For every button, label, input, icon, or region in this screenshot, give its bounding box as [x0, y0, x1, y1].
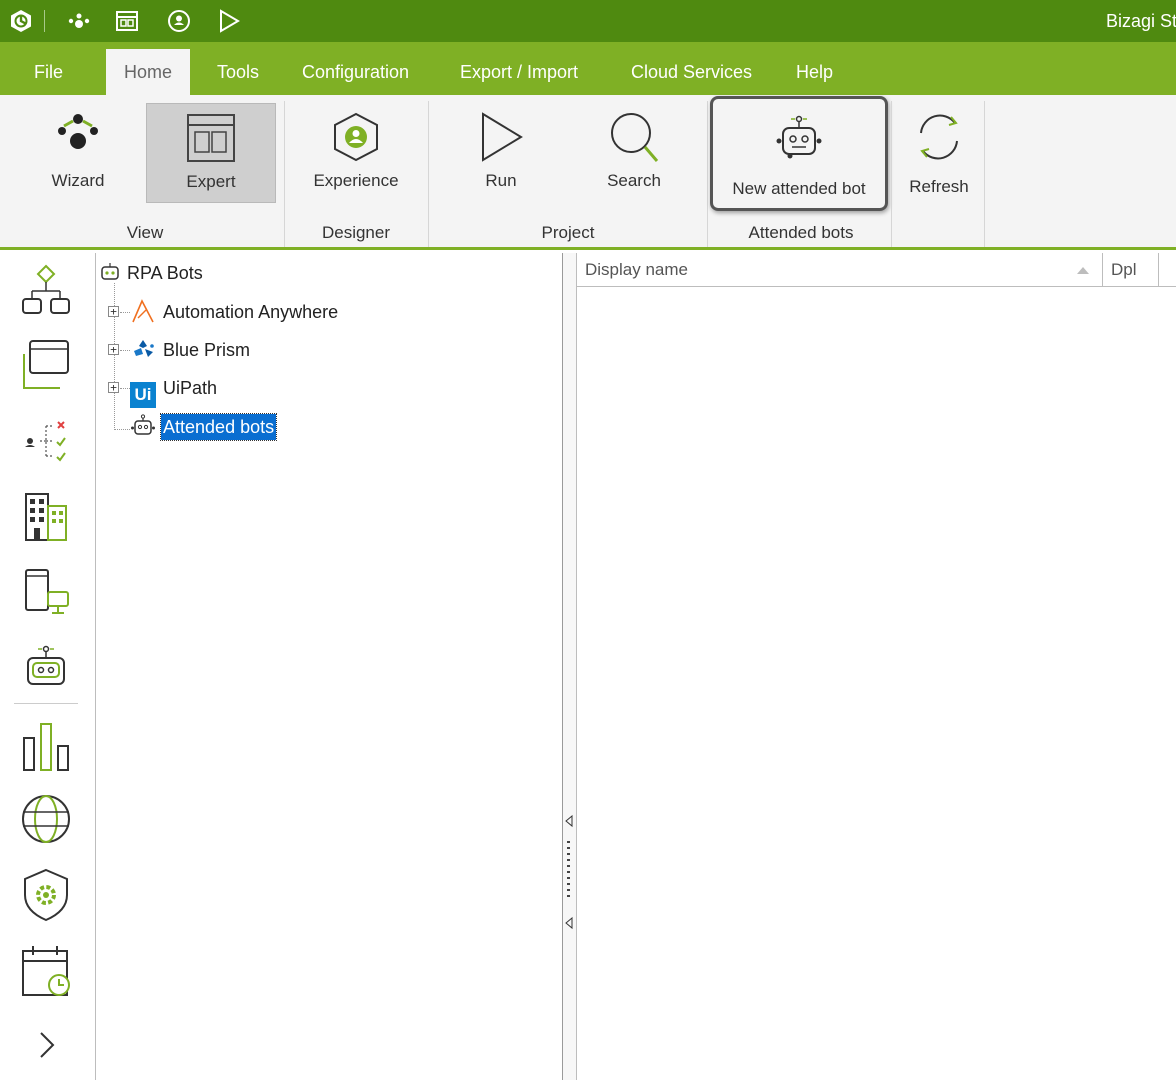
expert-button[interactable]: Expert [146, 103, 276, 203]
tree-item-blue-prism[interactable]: Blue Prism [130, 335, 252, 365]
run-quick-icon[interactable] [212, 0, 246, 42]
tree-item-attended-bots[interactable]: Attended bots [130, 412, 278, 442]
tree-connector [120, 350, 130, 351]
tab-cloud-services[interactable]: Cloud Services [613, 49, 770, 95]
calendar-icon[interactable] [16, 941, 76, 1001]
expert-quick-icon[interactable] [110, 0, 144, 42]
refresh-label: Refresh [909, 177, 969, 196]
expand-toggle[interactable]: + [108, 382, 119, 393]
group-label-attended-bots: Attended bots [748, 223, 854, 242]
group-label-view: View [126, 223, 164, 242]
forms-icon[interactable] [16, 335, 76, 395]
tab-export-import[interactable]: Export / Import [442, 49, 596, 95]
window-title: Bizagi St [1106, 11, 1176, 31]
tree-root-rpa-bots[interactable]: RPA Bots [100, 258, 205, 288]
column-header-display-name[interactable]: Display name [577, 253, 1103, 286]
search-icon [607, 111, 661, 170]
search-button[interactable]: Search [572, 103, 696, 203]
tab-file[interactable]: File [16, 49, 81, 95]
ribbon-group-separator [428, 101, 429, 247]
group-label-project: Project [541, 223, 595, 242]
ribbon-group-separator [707, 101, 708, 247]
title-bar: Bizagi St [0, 0, 1176, 42]
wizard-quick-icon[interactable] [62, 0, 96, 42]
ribbon-group-separator [891, 101, 892, 247]
new-attended-bot-label: New attended bot [732, 179, 866, 198]
experience-icon [331, 111, 381, 168]
blue-prism-logo-icon [134, 340, 154, 357]
uipath-logo-icon: Ui [130, 382, 156, 408]
bizagi-logo-icon[interactable] [6, 0, 36, 42]
experience-button[interactable]: Experience [296, 103, 416, 203]
experience-quick-icon[interactable] [162, 0, 196, 42]
panel-splitter[interactable] [563, 253, 576, 1080]
refresh-icon [911, 109, 967, 170]
search-label: Search [607, 171, 661, 190]
wizard-button[interactable]: Wizard [18, 103, 138, 203]
expert-label: Expert [186, 172, 236, 191]
left-bar-divider [14, 703, 78, 704]
expert-icon [185, 112, 237, 169]
organization-icon[interactable] [16, 487, 76, 547]
process-model-icon[interactable] [16, 261, 76, 321]
grid-header: Display name Dpl [577, 253, 1176, 287]
tab-configuration[interactable]: Configuration [284, 49, 427, 95]
security-shield-icon[interactable] [16, 865, 76, 925]
run-button[interactable]: Run [440, 103, 562, 203]
wizard-label: Wizard [51, 171, 105, 190]
experience-label: Experience [313, 171, 399, 190]
expand-toggle[interactable]: + [108, 306, 119, 317]
tree-item-label: Automation Anywhere [163, 302, 339, 322]
title-separator [44, 10, 45, 32]
ribbon: Wizard Expert View Experience Designer R… [0, 95, 1176, 250]
refresh-button[interactable]: Refresh [896, 103, 982, 203]
tab-home[interactable]: Home [106, 49, 191, 95]
robot-icon [773, 113, 825, 170]
tree-connector [114, 429, 130, 430]
tab-help[interactable]: Help [778, 49, 851, 95]
rpa-bots-tree: RPA Bots + Automation Anywhere + Blue Pr… [96, 253, 563, 1080]
new-attended-bot-button[interactable]: New attended bot [710, 96, 888, 211]
column-header-dpl[interactable]: Dpl [1103, 253, 1159, 286]
run-icon [477, 111, 525, 168]
tree-item-label: Blue Prism [163, 340, 251, 360]
ribbon-group-separator [284, 101, 285, 247]
robot-nav-icon[interactable] [16, 637, 76, 697]
column-label: Display name [585, 260, 688, 279]
tree-connector [120, 312, 130, 313]
robot-icon [101, 263, 119, 280]
globe-icon[interactable] [16, 789, 76, 849]
rules-icon[interactable] [16, 411, 76, 471]
tree-root-label: RPA Bots [127, 263, 203, 283]
run-label: Run [485, 171, 517, 190]
left-navigation-bar [0, 253, 96, 1080]
robot-icon [131, 414, 155, 435]
tree-connector [120, 388, 130, 389]
tab-tools[interactable]: Tools [199, 49, 277, 95]
devices-icon[interactable] [16, 563, 76, 623]
expand-chevron-icon[interactable] [16, 1015, 76, 1075]
menu-bar: File Home Tools Configuration Export / I… [0, 42, 1176, 95]
ribbon-group-separator [984, 101, 985, 247]
tree-item-automation-anywhere[interactable]: Automation Anywhere [130, 297, 340, 327]
expand-toggle[interactable]: + [108, 344, 119, 355]
tree-item-label: UiPath [163, 378, 218, 398]
automation-anywhere-logo-icon [132, 299, 154, 323]
wizard-icon [50, 111, 106, 164]
group-label-designer: Designer [321, 223, 391, 242]
bots-grid: Display name Dpl [576, 253, 1176, 1080]
analytics-icon[interactable] [16, 717, 76, 777]
tree-item-uipath[interactable]: Ui UiPath [130, 373, 219, 408]
sort-ascending-icon [1077, 267, 1089, 274]
tree-item-label-selected: Attended bots [160, 413, 278, 441]
